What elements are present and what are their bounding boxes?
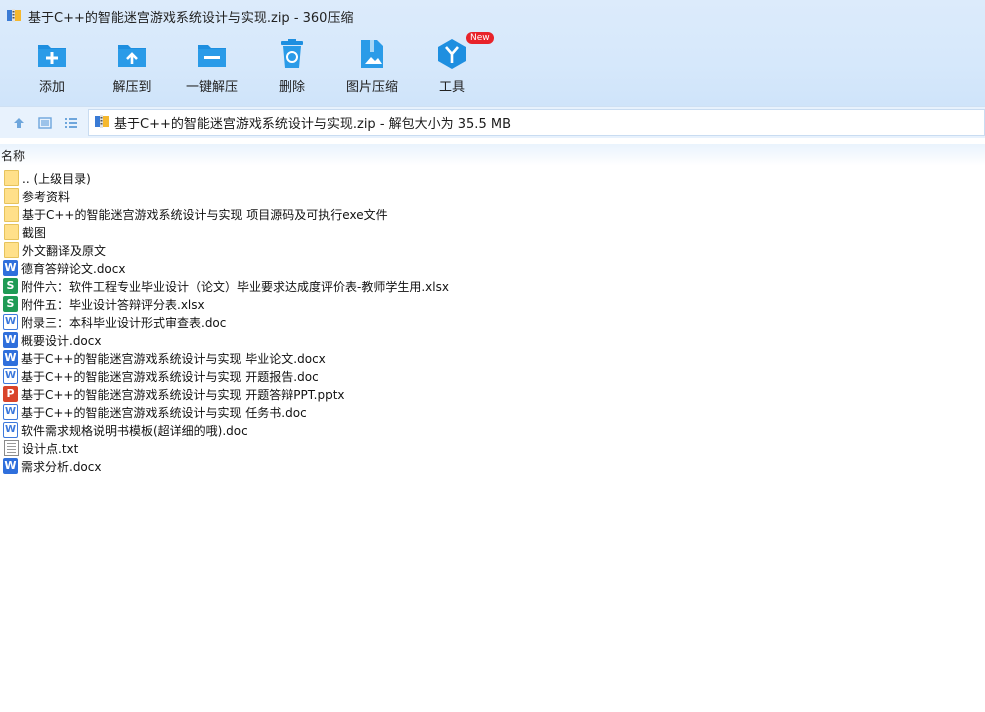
file-name: 基于C++的智能迷宫游戏系统设计与实现 毕业论文.docx [21, 351, 326, 366]
list-item[interactable]: W 德育答辩论文.docx [3, 259, 449, 277]
word-doc-icon: W [3, 368, 18, 384]
file-list: .. (上级目录) 参考资料 基于C++的智能迷宫游戏系统设计与实现 项目源码及… [3, 169, 449, 475]
app-icon [6, 7, 22, 26]
list-item[interactable]: W 基于C++的智能迷宫游戏系统设计与实现 开题报告.doc [3, 367, 449, 385]
word-doc-icon: W [3, 314, 18, 330]
list-item[interactable]: 参考资料 [3, 187, 449, 205]
up-level-button[interactable] [6, 110, 32, 136]
image-compress-icon [356, 38, 388, 70]
file-name: 基于C++的智能迷宫游戏系统设计与实现 任务书.doc [21, 405, 307, 420]
text-file-icon [4, 440, 19, 456]
list-item[interactable]: 截图 [3, 223, 449, 241]
file-name: 德育答辩论文.docx [21, 261, 126, 276]
folder-icon [4, 206, 19, 222]
list-item[interactable]: W 概要设计.docx [3, 331, 449, 349]
file-name: 附录三：本科毕业设计形式审查表.doc [21, 315, 227, 330]
window-title: 基于C++的智能迷宫游戏系统设计与实现.zip - 360压缩 [28, 10, 354, 26]
archive-path: 基于C++的智能迷宫游戏系统设计与实现.zip - 解包大小为 35.5 MB [114, 117, 511, 132]
file-name: 基于C++的智能迷宫游戏系统设计与实现 项目源码及可执行exe文件 [22, 207, 388, 222]
new-badge: New [466, 32, 494, 44]
word-docx-icon: W [3, 260, 18, 276]
extract-to-icon [116, 38, 148, 70]
title-bar: 基于C++的智能迷宫游戏系统设计与实现.zip - 360压缩 [0, 0, 985, 32]
add-icon [36, 38, 68, 70]
word-doc-icon: W [3, 422, 18, 438]
word-doc-icon: W [3, 404, 18, 420]
list-item[interactable]: S 附件五：毕业设计答辩评分表.xlsx [3, 295, 449, 313]
delete-button[interactable]: 删除 [252, 38, 332, 100]
file-name: 附件五：毕业设计答辩评分表.xlsx [21, 297, 205, 312]
main-toolbar: 添加 解压到 一键解压 删除 图片压缩 New 工具 [12, 32, 494, 100]
list-item[interactable]: .. (上级目录) [3, 169, 449, 187]
file-name: 附件六：软件工程专业毕业设计（论文）毕业要求达成度评价表-教师学生用.xlsx [21, 279, 449, 294]
add-button[interactable]: 添加 [12, 38, 92, 100]
tools-label: 工具 [438, 80, 465, 95]
thumbnail-view-icon [38, 116, 52, 129]
file-name: 需求分析.docx [21, 459, 102, 474]
delete-label: 删除 [278, 80, 305, 95]
file-name: 基于C++的智能迷宫游戏系统设计与实现 开题答辩PPT.pptx [21, 387, 345, 402]
list-item[interactable]: 设计点.txt [3, 439, 449, 457]
list-item[interactable]: S 附件六：软件工程专业毕业设计（论文）毕业要求达成度评价表-教师学生用.xlsx [3, 277, 449, 295]
column-header-name[interactable]: 名称 [0, 144, 985, 166]
image-compress-button[interactable]: 图片压缩 [332, 38, 412, 100]
extract-to-label: 解压到 [112, 80, 152, 95]
one-click-extract-button[interactable]: 一键解压 [172, 38, 252, 100]
image-compress-label: 图片压缩 [345, 80, 398, 95]
list-item[interactable]: W 软件需求规格说明书模板(超详细的哦).doc [3, 421, 449, 439]
file-name: 外文翻译及原文 [22, 243, 107, 258]
file-name: 软件需求规格说明书模板(超详细的哦).doc [21, 423, 248, 438]
folder-icon [4, 224, 19, 240]
file-name: .. (上级目录) [22, 171, 91, 186]
tools-button[interactable]: New 工具 [412, 32, 494, 100]
thumbnail-view-button[interactable] [32, 110, 58, 136]
one-click-extract-label: 一键解压 [185, 80, 238, 95]
one-click-extract-icon [196, 38, 228, 70]
list-item[interactable]: W 需求分析.docx [3, 457, 449, 475]
file-name: 截图 [22, 225, 47, 240]
list-item[interactable]: W 基于C++的智能迷宫游戏系统设计与实现 毕业论文.docx [3, 349, 449, 367]
file-name: 设计点.txt [22, 441, 79, 456]
list-view-icon [65, 117, 77, 128]
folder-icon [4, 170, 19, 186]
tools-icon [436, 38, 468, 70]
column-name-label: 名称 [1, 148, 26, 163]
recycle-bin-icon [276, 38, 308, 70]
file-name: 参考资料 [22, 189, 71, 204]
spreadsheet-icon: S [3, 278, 18, 294]
archive-icon [94, 113, 110, 132]
add-label: 添加 [38, 80, 65, 95]
extract-to-button[interactable]: 解压到 [92, 38, 172, 100]
spreadsheet-icon: S [3, 296, 18, 312]
word-docx-icon: W [3, 332, 18, 348]
address-bar: 基于C++的智能迷宫游戏系统设计与实现.zip - 解包大小为 35.5 MB [0, 106, 985, 138]
list-view-button[interactable] [58, 110, 84, 136]
folder-icon [4, 242, 19, 258]
top-panel: 基于C++的智能迷宫游戏系统设计与实现.zip - 360压缩 添加 解压到 一… [0, 0, 985, 106]
file-name: 概要设计.docx [21, 333, 102, 348]
list-item[interactable]: 基于C++的智能迷宫游戏系统设计与实现 项目源码及可执行exe文件 [3, 205, 449, 223]
list-item[interactable]: P 基于C++的智能迷宫游戏系统设计与实现 开题答辩PPT.pptx [3, 385, 449, 403]
list-item[interactable]: W 附录三：本科毕业设计形式审查表.doc [3, 313, 449, 331]
list-item[interactable]: W 基于C++的智能迷宫游戏系统设计与实现 任务书.doc [3, 403, 449, 421]
list-item[interactable]: 外文翻译及原文 [3, 241, 449, 259]
word-docx-icon: W [3, 458, 18, 474]
folder-icon [4, 188, 19, 204]
powerpoint-icon: P [3, 386, 18, 402]
arrow-up-icon [14, 117, 24, 128]
file-name: 基于C++的智能迷宫游戏系统设计与实现 开题报告.doc [21, 369, 319, 384]
path-field[interactable]: 基于C++的智能迷宫游戏系统设计与实现.zip - 解包大小为 35.5 MB [88, 109, 985, 136]
archive-window: 基于C++的智能迷宫游戏系统设计与实现.zip - 360压缩 添加 解压到 一… [0, 0, 985, 712]
word-docx-icon: W [3, 350, 18, 366]
